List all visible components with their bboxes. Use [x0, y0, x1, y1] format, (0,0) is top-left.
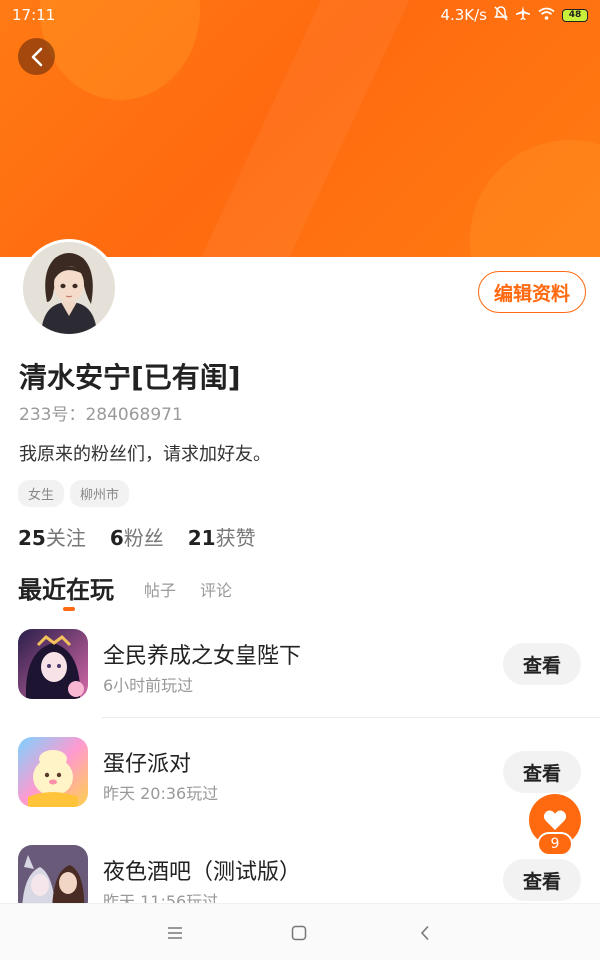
stat-number: 21: [187, 526, 216, 550]
tag-gender: 女生: [18, 480, 65, 507]
username: 清水安宁[已有闺]: [19, 361, 241, 394]
view-game-button[interactable]: 查看: [503, 859, 581, 901]
status-time: 17:11: [12, 6, 56, 24]
profile-banner: [0, 0, 600, 257]
edit-profile-button[interactable]: 编辑资料: [478, 271, 586, 313]
last-played: 6小时前玩过: [103, 676, 194, 695]
mute-icon: [494, 5, 508, 25]
tab-posts[interactable]: 帖子: [144, 577, 176, 601]
banner-decoration: [187, 0, 413, 257]
home-icon: [291, 925, 307, 941]
heart-icon: [543, 810, 567, 830]
game-name: 夜色酒吧（测试版）: [103, 860, 302, 885]
wifi-icon: [538, 6, 555, 24]
back-icon: [420, 925, 429, 941]
stat-following[interactable]: 25关注: [18, 522, 86, 551]
user-id: 233号：284068971: [19, 405, 183, 425]
home-button[interactable]: [287, 921, 311, 945]
menu-icon: [168, 927, 182, 939]
stat-label: 关注: [45, 526, 86, 550]
system-nav-bar: [0, 903, 600, 960]
banner-decoration: [470, 140, 600, 257]
stat-likes[interactable]: 21获赞: [188, 522, 256, 551]
game-name: 全民养成之女皇陛下: [103, 644, 302, 669]
status-bar: 17:11 4.3K/s 48: [0, 0, 600, 30]
content-tabs: 最近在玩 帖子 评论: [18, 568, 578, 612]
tab-active-indicator: [63, 607, 75, 611]
stat-label: 获赞: [215, 526, 256, 550]
game-icon: [18, 629, 88, 699]
last-played: 昨天 20:36玩过: [103, 784, 219, 803]
system-back-button[interactable]: [413, 921, 437, 945]
back-button[interactable]: [18, 38, 55, 75]
game-icon: [18, 737, 88, 807]
profile-stats: 25关注 6粉丝 21获赞: [18, 522, 256, 551]
battery-icon: 48: [562, 8, 588, 22]
tab-comments[interactable]: 评论: [200, 577, 232, 601]
list-item[interactable]: 蛋仔派对 昨天 20:36玩过 查看: [0, 737, 600, 837]
view-game-button[interactable]: 查看: [503, 751, 581, 793]
tag-location: 柳州市: [70, 480, 130, 507]
network-speed: 4.3K/s: [440, 6, 487, 24]
stat-followers[interactable]: 6粉丝: [110, 522, 164, 551]
list-item[interactable]: 全民养成之女皇陛下 6小时前玩过 查看: [0, 629, 600, 729]
tab-recently-played[interactable]: 最近在玩: [18, 570, 114, 605]
stat-number: 6: [109, 526, 124, 550]
stat-label: 粉丝: [123, 526, 164, 550]
like-count-badge: 9: [537, 832, 573, 856]
game-name: 蛋仔派对: [103, 752, 192, 777]
avatar[interactable]: [20, 239, 118, 337]
chevron-left-icon: [31, 47, 42, 66]
menu-button[interactable]: [163, 921, 187, 945]
airplane-icon: [515, 5, 531, 25]
view-game-button[interactable]: 查看: [503, 643, 581, 685]
user-bio: 我原来的粉丝们，请求加好友。: [19, 444, 271, 465]
profile-tags: 女生 柳州市: [18, 480, 130, 507]
list-divider: [102, 717, 600, 718]
stat-number: 25: [18, 526, 46, 550]
